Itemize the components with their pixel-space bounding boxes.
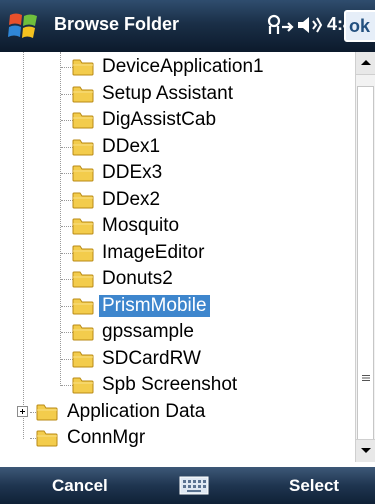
tree-item[interactable]: ImageEditor bbox=[0, 240, 355, 266]
scroll-down-arrow-icon[interactable] bbox=[356, 439, 375, 462]
tree-item-label: Setup Assistant bbox=[102, 82, 233, 104]
tree-item-label: Spb Screenshot bbox=[102, 374, 238, 395]
tree-item-label: DDEx3 bbox=[102, 162, 163, 183]
tree-item[interactable]: PrismMobile bbox=[0, 293, 355, 319]
folder-icon bbox=[72, 323, 94, 341]
window-title: Browse Folder bbox=[54, 14, 180, 34]
folder-icon bbox=[72, 164, 94, 182]
scrollbar-grip-icon bbox=[362, 375, 370, 381]
folder-icon bbox=[72, 270, 94, 288]
folder-icon bbox=[72, 191, 94, 209]
scroll-up-arrow-icon[interactable] bbox=[356, 52, 375, 75]
title-bar: Browse Folder 4:46 ok bbox=[0, 0, 375, 52]
tree-item[interactable]: Setup Assistant bbox=[0, 81, 355, 107]
expand-plus-icon[interactable] bbox=[17, 405, 28, 417]
folder-icon bbox=[72, 376, 94, 394]
tree-item[interactable]: Spb Screenshot bbox=[0, 372, 355, 398]
tree-item[interactable]: gpssample bbox=[0, 319, 355, 345]
connectivity-icon[interactable] bbox=[266, 12, 296, 38]
tree-item-label: gpssample bbox=[102, 321, 194, 342]
tree-item[interactable]: DigAssistCab bbox=[0, 107, 355, 133]
ok-button[interactable]: ok bbox=[344, 10, 375, 42]
folder-icon bbox=[72, 350, 94, 368]
tree-root-item[interactable]: ConnMgr bbox=[0, 425, 355, 451]
ok-button-label: ok bbox=[349, 16, 371, 36]
keyboard-icon[interactable] bbox=[179, 476, 209, 495]
folder-icon bbox=[72, 217, 94, 235]
tree-item-label: DDex2 bbox=[102, 188, 161, 210]
tree-item[interactable]: DDex1 bbox=[0, 134, 355, 160]
folder-icon bbox=[36, 429, 58, 447]
scrollbar-thumb[interactable] bbox=[357, 86, 374, 444]
tree-item-label: SDCardRW bbox=[102, 347, 201, 369]
tree-item[interactable]: DDex2 bbox=[0, 187, 355, 213]
select-softkey[interactable]: Select bbox=[289, 476, 339, 496]
tree-item[interactable]: Donuts2 bbox=[0, 266, 355, 292]
tree-item[interactable]: DeviceApplication1 bbox=[0, 54, 355, 80]
tree-item[interactable]: Mosquito bbox=[0, 213, 355, 239]
folder-icon bbox=[72, 111, 94, 129]
tree-item-label: Donuts2 bbox=[102, 268, 173, 289]
tree-item-label: ImageEditor bbox=[102, 241, 205, 263]
tree-item-label: PrismMobile bbox=[99, 294, 210, 317]
folder-icon bbox=[72, 244, 94, 262]
tree-item-label: DDex1 bbox=[102, 135, 161, 157]
folder-icon bbox=[72, 85, 94, 103]
soft-key-bar: Cancel Select bbox=[0, 462, 375, 504]
tree-item-label: Application Data bbox=[67, 400, 206, 422]
folder-icon bbox=[72, 297, 94, 315]
tree-item-label: ConnMgr bbox=[67, 427, 146, 448]
tree-item[interactable]: SDCardRW bbox=[0, 346, 355, 372]
folder-icon bbox=[72, 58, 94, 76]
folder-tree[interactable]: DeviceApplication1 Setup Assistant DigAssi… bbox=[0, 52, 355, 452]
cancel-softkey[interactable]: Cancel bbox=[52, 476, 108, 496]
folder-icon bbox=[36, 403, 58, 421]
tree-root-item[interactable]: Application Data bbox=[0, 399, 355, 425]
tree-item[interactable]: DDEx3 bbox=[0, 160, 355, 186]
volume-icon[interactable] bbox=[295, 13, 323, 37]
windows-start-icon[interactable] bbox=[6, 9, 42, 43]
tree-item-label: DeviceApplication1 bbox=[102, 56, 264, 77]
tree-item-label: Mosquito bbox=[102, 215, 180, 236]
folder-icon bbox=[72, 138, 94, 156]
vertical-scrollbar[interactable] bbox=[355, 52, 375, 462]
tree-item-label: DigAssistCab bbox=[102, 109, 217, 130]
